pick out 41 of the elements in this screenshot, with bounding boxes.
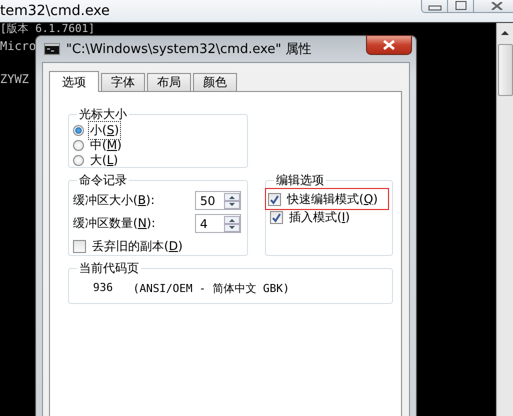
tab[interactable]: 字体	[101, 73, 145, 91]
number-spinner[interactable]: 50	[195, 191, 241, 210]
close-button[interactable]	[474, 0, 513, 12]
group-title: 当前代码页	[78, 260, 140, 277]
scrollbar[interactable]	[496, 23, 513, 416]
window-title: tem32\cmd.exe	[0, 3, 110, 19]
option-label[interactable]: 小(S)	[88, 121, 121, 140]
console-text: ZYWZ	[0, 72, 29, 87]
group-title: 命令记录	[78, 172, 128, 189]
radio-button[interactable]	[73, 155, 84, 166]
field-label: 缓冲区数量(N):	[73, 215, 156, 232]
close-button[interactable]	[366, 35, 412, 55]
checkbox[interactable]	[73, 240, 86, 252]
option-label[interactable]: 快速编辑模式(Q)	[285, 190, 380, 208]
radio-button[interactable]	[73, 140, 84, 151]
maximize-icon	[454, 1, 468, 11]
close-icon	[490, 2, 504, 10]
tab[interactable]: 布局	[147, 73, 191, 91]
radio-button[interactable]	[73, 125, 84, 136]
close-icon	[382, 40, 396, 50]
spinner-arrows-icon[interactable]	[224, 192, 240, 208]
checkbox[interactable]	[268, 192, 281, 206]
group-title: 编辑选项	[275, 172, 325, 189]
number-spinner[interactable]: 4	[195, 214, 241, 233]
option-label[interactable]: 丢弃旧的副本(D)	[90, 236, 185, 256]
field-label: 缓冲区大小(B):	[73, 192, 155, 209]
code-page-number: 936	[93, 281, 113, 296]
console-text: Micro	[0, 39, 34, 54]
option-label[interactable]: 插入模式(I)	[287, 208, 352, 226]
group-title: 光标大小	[78, 106, 128, 123]
code-page-name: (ANSI/OEM - 简体中文 GBK)	[132, 281, 290, 296]
tab[interactable]: 颜色	[193, 73, 237, 91]
console-icon	[44, 43, 60, 55]
spinner-arrows-icon[interactable]	[224, 216, 240, 232]
scroll-thumb[interactable]	[498, 44, 512, 96]
minimize-button[interactable]	[422, 0, 448, 12]
tab[interactable]: 选项	[49, 71, 99, 92]
dialog-title: "C:\Windows\system32\cmd.exe" 属性	[66, 41, 312, 58]
maximize-button[interactable]	[448, 0, 474, 12]
console-text: [版本 6.1.7601]	[0, 23, 95, 35]
checkbox[interactable]	[270, 210, 283, 224]
